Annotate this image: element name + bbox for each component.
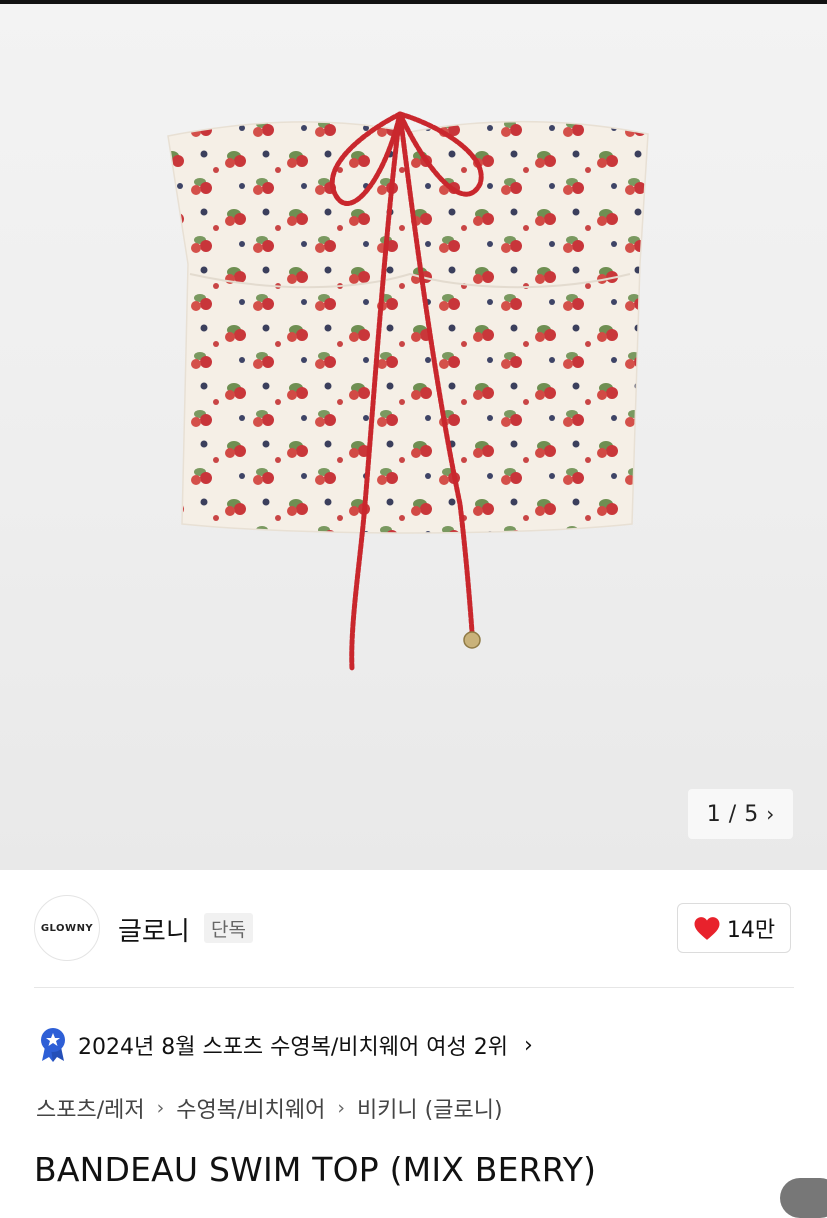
award-badge-icon bbox=[41, 1028, 65, 1062]
ranking-row[interactable]: 2024년 8월 스포츠 수영복/비치웨어 여성 2위 › bbox=[38, 1023, 533, 1067]
like-button[interactable]: 14만 bbox=[677, 903, 791, 953]
chevron-right-icon: › bbox=[337, 1097, 345, 1119]
brand-logo[interactable]: GLOWNY bbox=[34, 895, 100, 961]
floating-button-edge[interactable] bbox=[780, 1178, 827, 1218]
product-image[interactable] bbox=[160, 84, 660, 684]
product-image-gallery[interactable]: 1 / 5 › bbox=[0, 4, 827, 870]
product-title: BANDEAU SWIM TOP (MIX BERRY) bbox=[34, 1150, 597, 1189]
exclusive-badge: 단독 bbox=[204, 913, 253, 943]
ranking-text: 2024년 8월 스포츠 수영복/비치웨어 여성 2위 bbox=[78, 1035, 508, 1060]
like-count: 14만 bbox=[726, 918, 776, 943]
breadcrumb-item[interactable]: 스포츠/레저 bbox=[36, 1092, 145, 1124]
brand-name[interactable]: 글로니 bbox=[118, 911, 190, 948]
breadcrumb-item[interactable]: 비키니 (글로니) bbox=[357, 1092, 503, 1124]
counter-current: 1 bbox=[706, 801, 721, 827]
breadcrumb: 스포츠/레저 › 수영복/비치웨어 › 비키니 (글로니) bbox=[36, 1092, 503, 1124]
brand-logo-text: GLOWNY bbox=[40, 922, 94, 934]
image-counter[interactable]: 1 / 5 › bbox=[688, 789, 793, 839]
chevron-right-icon[interactable]: › bbox=[766, 802, 774, 826]
breadcrumb-item[interactable]: 수영복/비치웨어 bbox=[176, 1092, 325, 1124]
counter-total: 5 bbox=[744, 801, 759, 827]
brand-row: GLOWNY 글로니 단독 14만 bbox=[34, 895, 794, 961]
chevron-right-icon: › bbox=[156, 1097, 165, 1119]
section-divider bbox=[34, 987, 794, 988]
heart-icon bbox=[694, 916, 720, 940]
chevron-right-icon[interactable]: › bbox=[524, 1033, 533, 1058]
counter-separator: / bbox=[728, 801, 737, 827]
